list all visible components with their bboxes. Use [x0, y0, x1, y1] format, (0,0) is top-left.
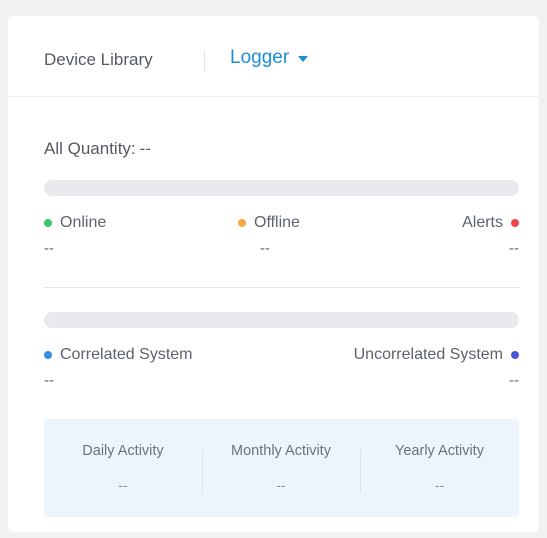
correlated-value: --	[44, 372, 54, 389]
all-quantity-value: --	[139, 139, 151, 158]
yearly-activity-value: --	[434, 477, 445, 493]
offline-value: --	[260, 240, 270, 257]
alerts-label: Alerts	[462, 214, 503, 231]
monthly-activity-label: Monthly Activity	[231, 443, 331, 459]
yearly-activity: Yearly Activity --	[360, 419, 519, 517]
offline-label: Offline	[254, 214, 300, 231]
uncorrelated-system-stat: Uncorrelated System --	[353, 346, 519, 389]
tab-device-library[interactable]: Device Library	[44, 50, 153, 70]
all-quantity: All Quantity: --	[44, 139, 151, 159]
all-quantity-label: All Quantity:	[44, 139, 136, 158]
activity-panel: Daily Activity -- Monthly Activity -- Ye…	[44, 419, 519, 517]
logger-dropdown-label: Logger	[230, 47, 290, 68]
offline-dot-icon	[238, 219, 246, 227]
logger-dropdown[interactable]: Logger	[230, 47, 309, 69]
uncorrelated-value: --	[509, 372, 519, 389]
status-distribution-bar	[44, 180, 519, 196]
alerts-dot-icon	[511, 219, 519, 227]
card-header: Device Library Logger	[8, 16, 539, 97]
header-divider	[204, 50, 205, 72]
caret-down-icon	[298, 55, 309, 62]
correlated-system-stat: Correlated System --	[44, 346, 193, 389]
device-library-card: Device Library Logger All Quantity: -- On…	[8, 16, 539, 532]
correlation-distribution-bar	[44, 312, 519, 328]
daily-activity: Daily Activity --	[44, 419, 202, 517]
correlated-dot-icon	[44, 351, 52, 359]
offline-stat: Offline --	[238, 214, 300, 257]
online-value: --	[44, 240, 54, 257]
daily-activity-label: Daily Activity	[82, 443, 164, 459]
alerts-stat: Alerts --	[462, 214, 519, 257]
section-divider	[44, 287, 519, 288]
monthly-activity: Monthly Activity --	[202, 419, 360, 517]
alerts-value: --	[509, 240, 519, 257]
online-dot-icon	[44, 219, 52, 227]
daily-activity-value: --	[118, 477, 128, 493]
online-stat: Online --	[44, 214, 107, 257]
yearly-activity-label: Yearly Activity	[395, 443, 484, 459]
uncorrelated-dot-icon	[511, 351, 519, 359]
online-label: Online	[60, 214, 107, 231]
uncorrelated-label: Uncorrelated System	[353, 346, 503, 363]
monthly-activity-value: --	[276, 477, 286, 493]
correlated-label: Correlated System	[60, 346, 193, 363]
